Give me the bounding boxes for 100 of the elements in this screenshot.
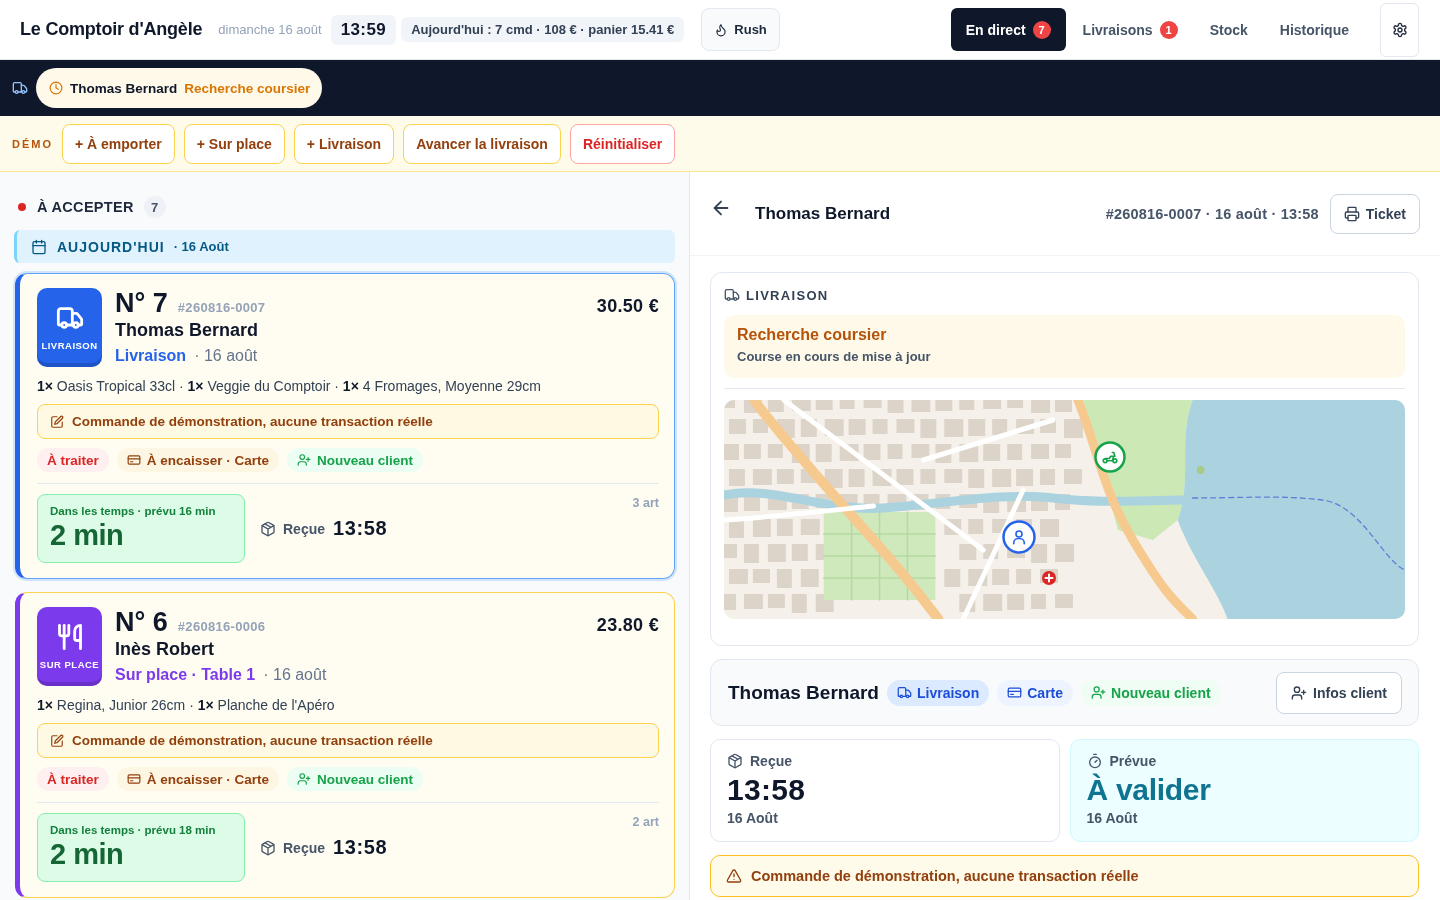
ticket-button[interactable]: Ticket	[1329, 193, 1420, 234]
count-badge: 1	[1159, 20, 1178, 39]
tag-text: À encaisser · Carte	[146, 771, 270, 787]
queue-title: À ACCEPTER	[37, 199, 134, 215]
order-type-label: SUR PLACE	[39, 659, 100, 670]
delivery-status-chip[interactable]: Thomas Bernard Recherche coursier	[36, 68, 323, 108]
user-plus-icon	[297, 453, 312, 467]
order-card[interactable]	[15, 592, 675, 898]
user-plus-icon	[1091, 685, 1107, 700]
tag-text: Nouveau client	[317, 771, 414, 787]
demo-button[interactable]: + À emporter	[62, 123, 175, 164]
order-items: 1× Regina, Junior 26cm · 1× Planche de l'Apéro	[37, 696, 336, 715]
nav-tab[interactable]: Stock	[1194, 8, 1263, 51]
delivery-substatus: Course en cours de mise à jour	[737, 349, 932, 364]
received-time: 13:58	[333, 836, 388, 859]
credit-card-icon	[126, 453, 141, 467]
time-label: Prévue	[1109, 753, 1157, 769]
customer-name: Thomas Bernard	[115, 319, 260, 342]
truck-icon	[897, 685, 912, 700]
count-badge: 7	[1032, 20, 1051, 39]
current-time: 13:59	[330, 14, 397, 45]
order-total: 23.80 €	[596, 615, 659, 636]
tag-text: Nouveau client	[317, 452, 414, 468]
elapsed-time: 2 min	[50, 520, 125, 550]
printer-icon	[1343, 205, 1360, 222]
rush-button[interactable]: Rush	[701, 8, 780, 51]
notice-text: Commande de démonstration, aucune transaction réelle	[72, 414, 433, 429]
chip-status: Recherche coursier	[184, 80, 311, 96]
user-plus-icon	[1291, 684, 1308, 701]
credit-card-icon	[126, 772, 141, 786]
order-reference: #260816-0006	[177, 619, 266, 634]
order-mode: Sur place · Table 1	[115, 665, 256, 684]
truck-icon	[724, 287, 740, 303]
package-icon	[260, 839, 276, 856]
chip-customer-name: Thomas Bernard	[70, 80, 178, 96]
order-card[interactable]	[15, 273, 675, 579]
notice-text: Commande de démonstration, aucune transaction réelle	[72, 733, 433, 748]
order-reference: #260816-0007	[177, 300, 266, 315]
day-label: AUJOURD'HUI	[57, 238, 165, 255]
elapsed-time: 2 min	[50, 839, 125, 869]
order-meta: #260816-0007 · 16 août · 13:58	[1105, 205, 1319, 222]
received-time: 13:58	[333, 517, 388, 540]
demo-button[interactable]: Avancer la livraison	[403, 123, 561, 164]
nav-tab[interactable]: Livraisons 1	[1067, 8, 1193, 51]
demo-label: DÉMO	[12, 137, 53, 150]
tag-text: Carte	[1027, 684, 1064, 701]
flame-icon	[714, 22, 729, 37]
fork-knife-icon	[55, 623, 84, 651]
edit-icon	[50, 414, 64, 429]
nav-tab[interactable]: Historique	[1264, 8, 1364, 51]
package-icon	[727, 753, 743, 769]
order-number: N° 6	[115, 607, 168, 638]
settings-button[interactable]	[1380, 2, 1419, 57]
credit-card-icon	[1007, 685, 1023, 700]
warning-icon	[726, 868, 742, 884]
tag-text: Livraison	[917, 684, 980, 701]
order-type-label: LIVRAISON	[41, 340, 98, 351]
order-date: · 16 août	[263, 665, 327, 684]
received-label: Reçue	[283, 839, 326, 856]
delivery-status: Recherche coursier	[737, 326, 888, 344]
order-number: N° 7	[115, 288, 168, 319]
detail-title: Thomas Bernard	[755, 203, 891, 224]
warning-text: Commande de démonstration, aucune transaction réelle	[751, 868, 1139, 884]
tag-text: Nouveau client	[1111, 684, 1211, 701]
order-total: 30.50 €	[596, 296, 659, 317]
queue-count: 7	[143, 196, 166, 218]
edit-icon	[50, 733, 64, 748]
truck-icon	[12, 80, 28, 96]
truck-icon	[55, 304, 84, 332]
time-date: 16 Août	[727, 810, 779, 826]
customer-name: Inès Robert	[115, 638, 216, 661]
tag-text: À encaisser · Carte	[146, 452, 270, 468]
time-date: 16 Août	[1086, 810, 1139, 826]
time-value: À valider	[1086, 773, 1212, 807]
daily-summary: Aujourd'hui : 7 cmd · 108 € · panier 15.41 €	[401, 17, 685, 42]
demo-button[interactable]: Réinitialiser	[569, 123, 676, 164]
article-count: 3 art	[632, 496, 659, 510]
package-icon	[260, 520, 276, 537]
demo-button[interactable]: + Livraison	[293, 123, 395, 164]
article-count: 2 art	[632, 815, 659, 829]
restaurant-name: Le Comptoir d'Angèle	[20, 19, 203, 40]
client-info-button[interactable]: Infos client	[1276, 671, 1402, 714]
delivery-heading: LIVRAISON	[746, 287, 829, 303]
time-label: Reçue	[750, 753, 793, 769]
clock-icon	[49, 81, 63, 95]
order-date: · 16 août	[194, 346, 258, 365]
timer-status: Dans les temps · prévu 16 min	[50, 505, 217, 517]
stopwatch-icon	[1086, 753, 1103, 769]
nav-tab[interactable]: En direct 7	[950, 8, 1066, 51]
demo-button[interactable]: + Sur place	[183, 123, 285, 164]
current-date: dimanche 16 août	[218, 22, 322, 37]
status-tag: À traiter	[37, 767, 109, 791]
day-date: · 16 Août	[173, 239, 229, 254]
order-items: 1× Oasis Tropical 33cl · 1× Veggie du Comptoir · 1× 4 Fromages, Moyenne 29cm	[37, 377, 542, 396]
customer-name: Thomas Bernard	[728, 681, 879, 704]
user-plus-icon	[297, 772, 312, 786]
medical-cross-icon	[1042, 571, 1056, 585]
received-label: Reçue	[283, 520, 326, 537]
calendar-icon	[31, 238, 47, 255]
status-tag: À traiter	[37, 448, 109, 472]
